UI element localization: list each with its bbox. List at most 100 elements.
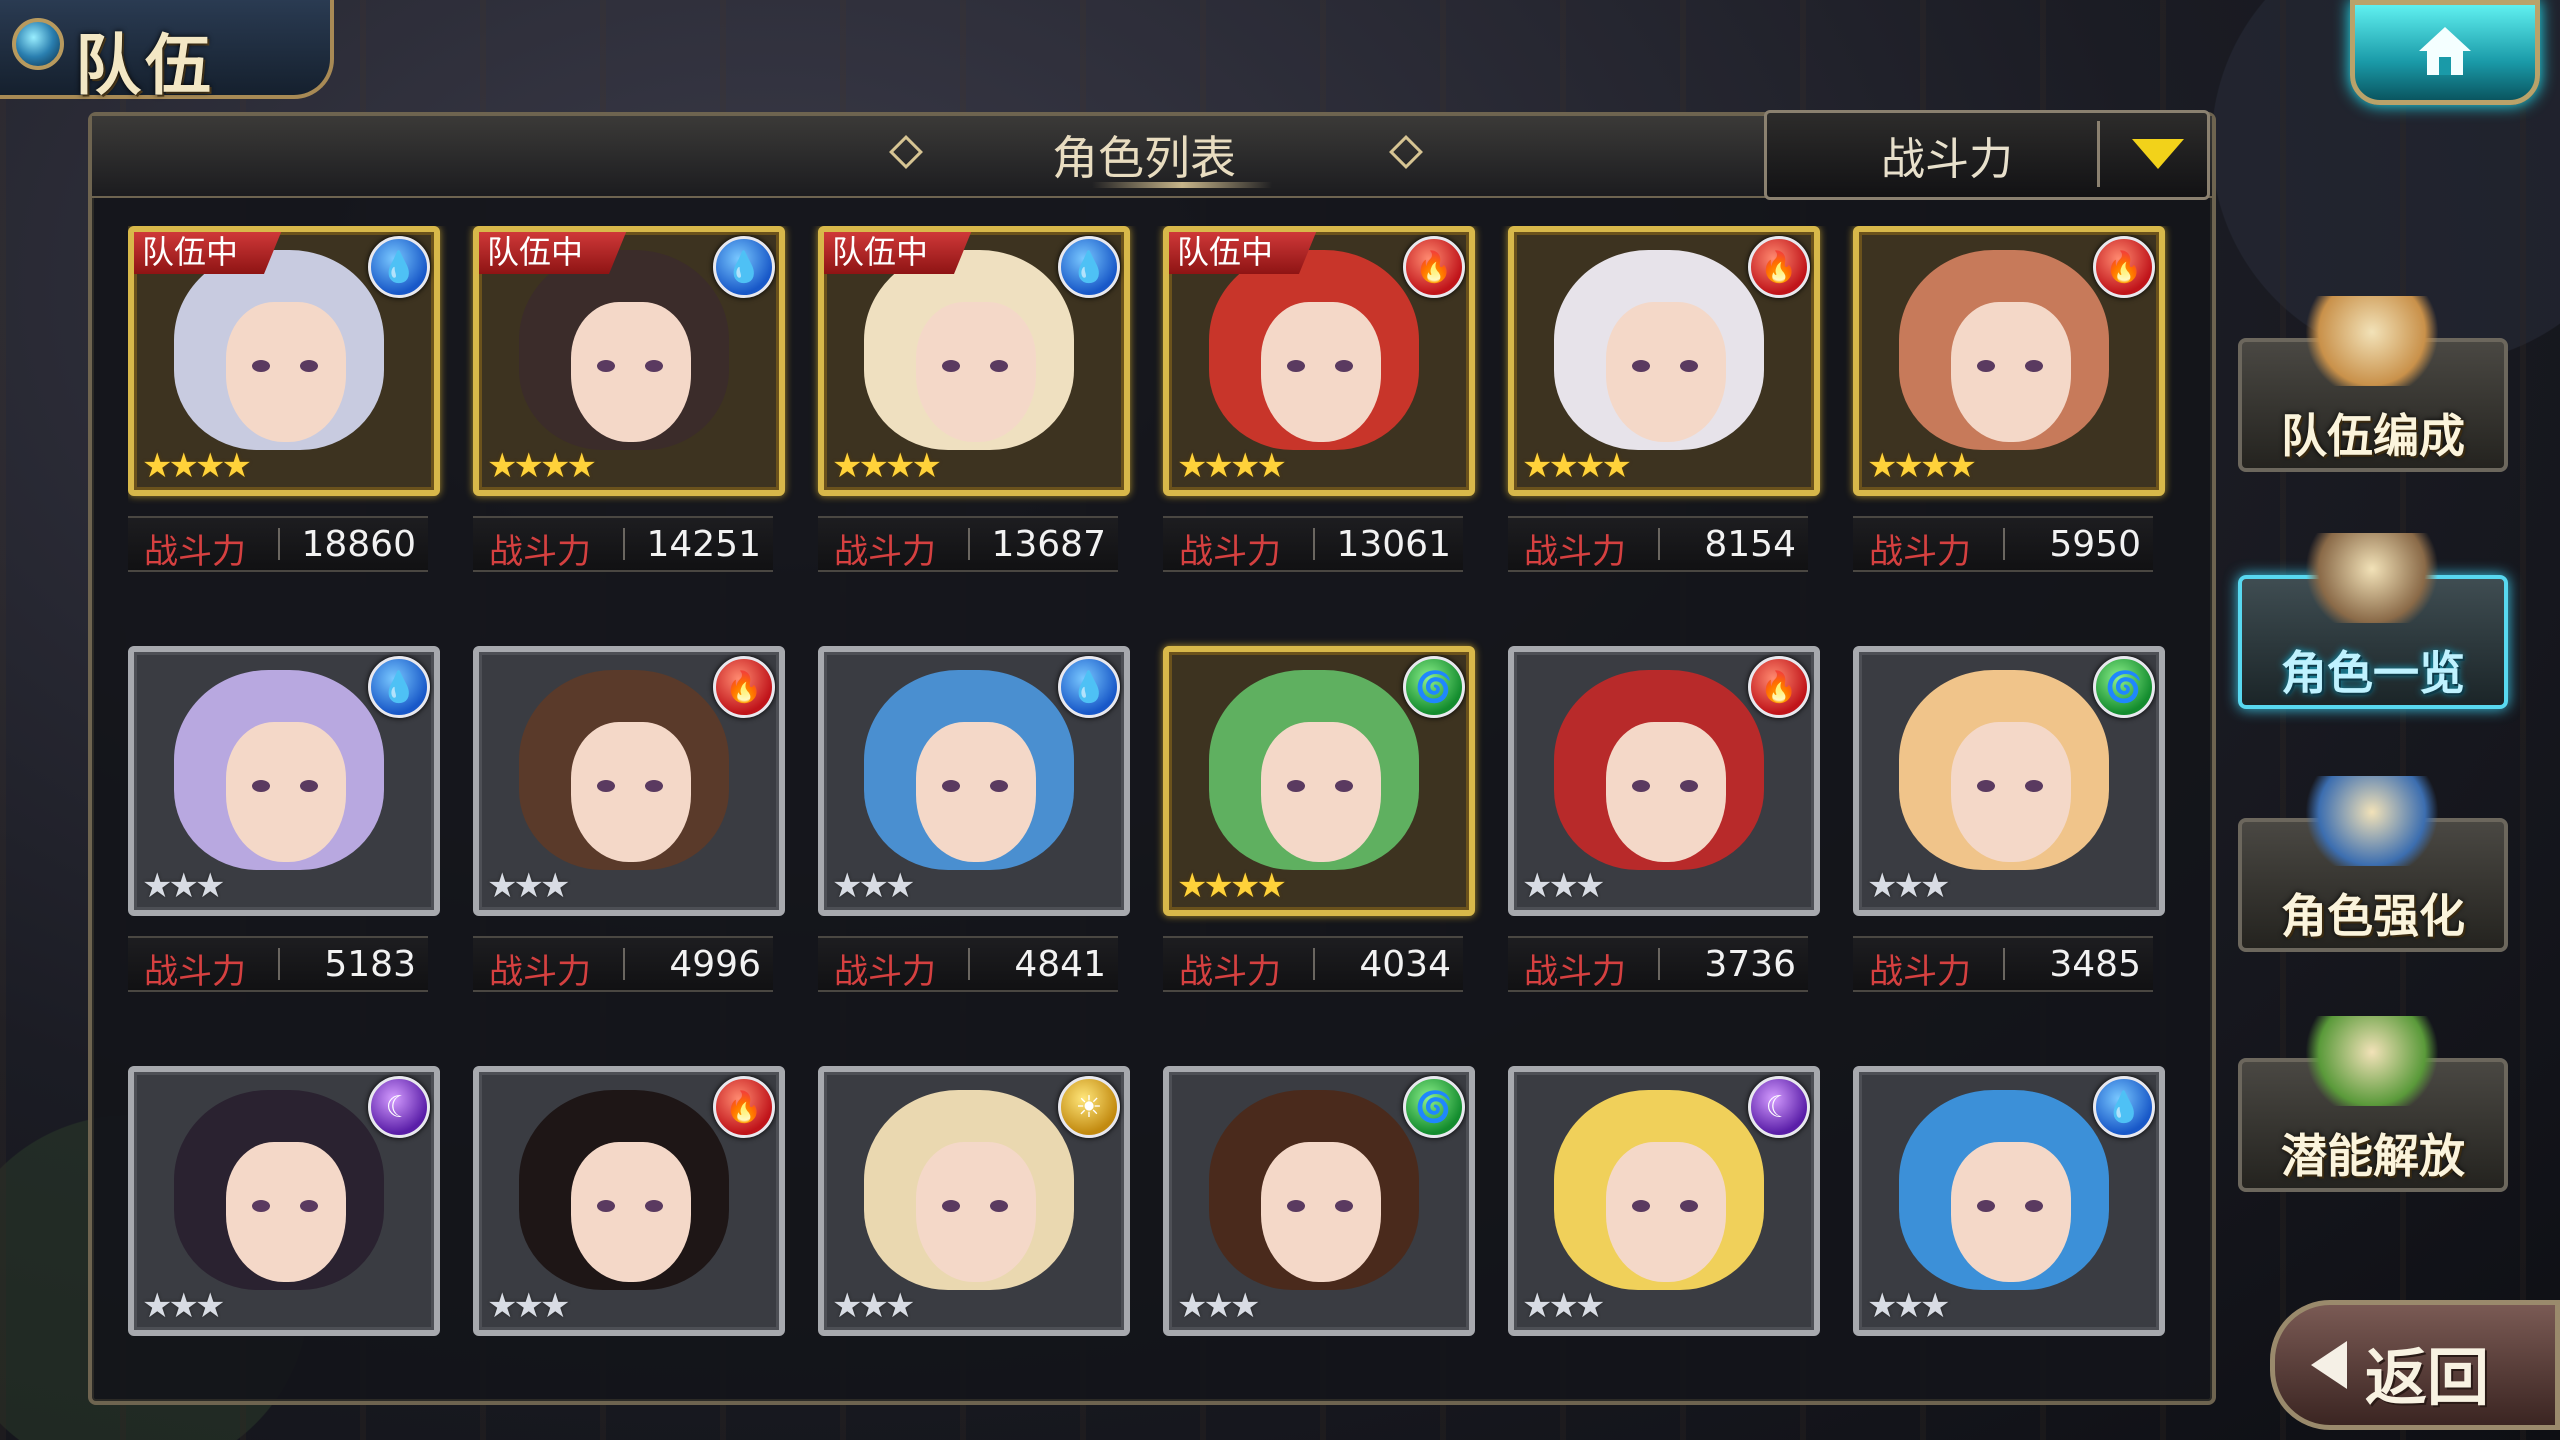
character-portrait[interactable]: 🔥 ★★★ [473, 646, 785, 916]
power-label: 战斗力 [1179, 532, 1281, 572]
character-portrait[interactable]: 队伍中 🔥 ★★★★ [1163, 226, 1475, 496]
character-eye [1632, 360, 1650, 372]
character-card[interactable]: 💧 ★★★ 战斗力 5183 [128, 646, 440, 1066]
character-card[interactable]: 🔥 ★★★ 战斗力 3736 [1508, 646, 1820, 1066]
power-row: 战斗力 3485 [1853, 936, 2153, 992]
character-face [1261, 722, 1381, 862]
fire-element-icon: 🔥 [713, 1076, 775, 1138]
character-eye [990, 780, 1008, 792]
menu-art-icon [2302, 1016, 2442, 1106]
chevron-down-icon[interactable] [2132, 139, 2184, 169]
character-portrait[interactable]: 队伍中 💧 ★★★★ [473, 226, 785, 496]
character-eye [252, 780, 270, 792]
wind-element-icon: 🌀 [1403, 1076, 1465, 1138]
sort-dropdown[interactable]: 战斗力 [1764, 110, 2210, 200]
power-divider [1658, 948, 1660, 980]
character-card[interactable]: 🔥 ★★★★ 战斗力 8154 [1508, 226, 1820, 646]
top-bar: 队伍 [0, 0, 2560, 110]
character-card[interactable]: 队伍中 💧 ★★★★ 战斗力 18860 [128, 226, 440, 646]
character-eye [1680, 780, 1698, 792]
power-value: 4996 [669, 944, 761, 985]
title-underline-ornament [1092, 182, 1272, 188]
character-card[interactable]: 💧 ★★★ [1853, 1066, 2165, 1396]
in-team-badge: 队伍中 [824, 232, 972, 274]
character-eye [1287, 780, 1305, 792]
water-element-icon: 💧 [1058, 656, 1120, 718]
character-card[interactable]: 🔥 ★★★ 战斗力 4996 [473, 646, 785, 1066]
character-card[interactable]: 🔥 ★★★ [473, 1066, 785, 1396]
character-portrait[interactable]: 🔥 ★★★★ [1508, 226, 1820, 496]
character-eye [1335, 360, 1353, 372]
power-divider [968, 528, 970, 560]
home-button[interactable] [2350, 0, 2540, 105]
water-element-icon: 💧 [713, 236, 775, 298]
character-card[interactable]: 🌀 ★★★ [1163, 1066, 1475, 1396]
power-divider [2003, 528, 2005, 560]
character-card[interactable]: 队伍中 💧 ★★★★ 战斗力 13687 [818, 226, 1130, 646]
character-portrait[interactable]: 💧 ★★★ [1853, 1066, 2165, 1336]
power-label: 战斗力 [489, 952, 591, 992]
fire-element-icon: 🔥 [1748, 236, 1810, 298]
character-eye [942, 780, 960, 792]
power-divider [623, 528, 625, 560]
character-card[interactable]: 队伍中 💧 ★★★★ 战斗力 14251 [473, 226, 785, 646]
character-face [1261, 302, 1381, 442]
character-portrait[interactable]: 🔥 ★★★★ [1853, 226, 2165, 496]
character-eye [1287, 360, 1305, 372]
character-portrait[interactable]: 🔥 ★★★ [473, 1066, 785, 1336]
gem-icon [12, 18, 64, 70]
character-card[interactable]: 🌀 ★★★ 战斗力 3485 [1853, 646, 2165, 1066]
character-face [1606, 1142, 1726, 1282]
character-card[interactable]: 队伍中 🔥 ★★★★ 战斗力 13061 [1163, 226, 1475, 646]
character-eye [1977, 360, 1995, 372]
character-card[interactable]: 💧 ★★★ 战斗力 4841 [818, 646, 1130, 1066]
character-eye [645, 360, 663, 372]
side-menu-label: 角色强化 [2281, 889, 2465, 943]
character-portrait[interactable]: 🔥 ★★★ [1508, 646, 1820, 916]
character-eye [252, 360, 270, 372]
character-portrait[interactable]: ☀ ★★★ [818, 1066, 1130, 1336]
character-eye [645, 780, 663, 792]
character-eye [252, 1200, 270, 1212]
potential-unlock-button[interactable]: 潜能解放 [2238, 1016, 2508, 1192]
character-portrait[interactable]: 💧 ★★★ [818, 646, 1130, 916]
rarity-stars: ★★★ [1867, 866, 1950, 906]
power-row: 战斗力 4034 [1163, 936, 1463, 992]
character-face [1951, 1142, 2071, 1282]
character-face [916, 722, 1036, 862]
rarity-stars: ★★★★ [1867, 446, 1977, 486]
power-divider [1313, 528, 1315, 560]
character-eye [2025, 1200, 2043, 1212]
in-team-badge: 队伍中 [479, 232, 627, 274]
character-portrait[interactable]: 队伍中 💧 ★★★★ [818, 226, 1130, 496]
character-portrait[interactable]: ☾ ★★★ [128, 1066, 440, 1336]
character-list-button[interactable]: 角色一览 [2238, 533, 2508, 709]
character-card[interactable]: ☾ ★★★ [1508, 1066, 1820, 1396]
power-label: 战斗力 [1179, 952, 1281, 992]
fire-element-icon: 🔥 [1748, 656, 1810, 718]
character-eye [645, 1200, 663, 1212]
character-grid: 队伍中 💧 ★★★★ 战斗力 18860 队伍中 💧 ★★★★ 战斗力 14251 队伍中 💧 ★★★★… [128, 226, 2188, 1396]
character-card[interactable]: 🔥 ★★★★ 战斗力 5950 [1853, 226, 2165, 646]
character-enhance-button[interactable]: 角色强化 [2238, 776, 2508, 952]
team-formation-button[interactable]: 队伍编成 [2238, 296, 2508, 472]
rarity-stars: ★★★★ [1177, 866, 1287, 906]
character-portrait[interactable]: 🌀 ★★★ [1853, 646, 2165, 916]
character-card[interactable]: 🌀 ★★★★ 战斗力 4034 [1163, 646, 1475, 1066]
character-portrait[interactable]: 🌀 ★★★ [1163, 1066, 1475, 1336]
character-card[interactable]: ☾ ★★★ [128, 1066, 440, 1396]
power-value: 8154 [1704, 524, 1796, 565]
character-portrait[interactable]: 🌀 ★★★★ [1163, 646, 1475, 916]
character-eye [1977, 1200, 1995, 1212]
character-face [1606, 302, 1726, 442]
character-card[interactable]: ☀ ★★★ [818, 1066, 1130, 1396]
menu-art-icon [2302, 533, 2442, 623]
sort-selected-label: 战斗力 [1881, 134, 2013, 185]
power-value: 3736 [1704, 944, 1796, 985]
power-divider [2003, 948, 2005, 980]
character-portrait[interactable]: 💧 ★★★ [128, 646, 440, 916]
character-portrait[interactable]: 队伍中 💧 ★★★★ [128, 226, 440, 496]
menu-art-icon [2302, 296, 2442, 386]
character-portrait[interactable]: ☾ ★★★ [1508, 1066, 1820, 1336]
back-button[interactable]: 返回 [2270, 1300, 2560, 1430]
